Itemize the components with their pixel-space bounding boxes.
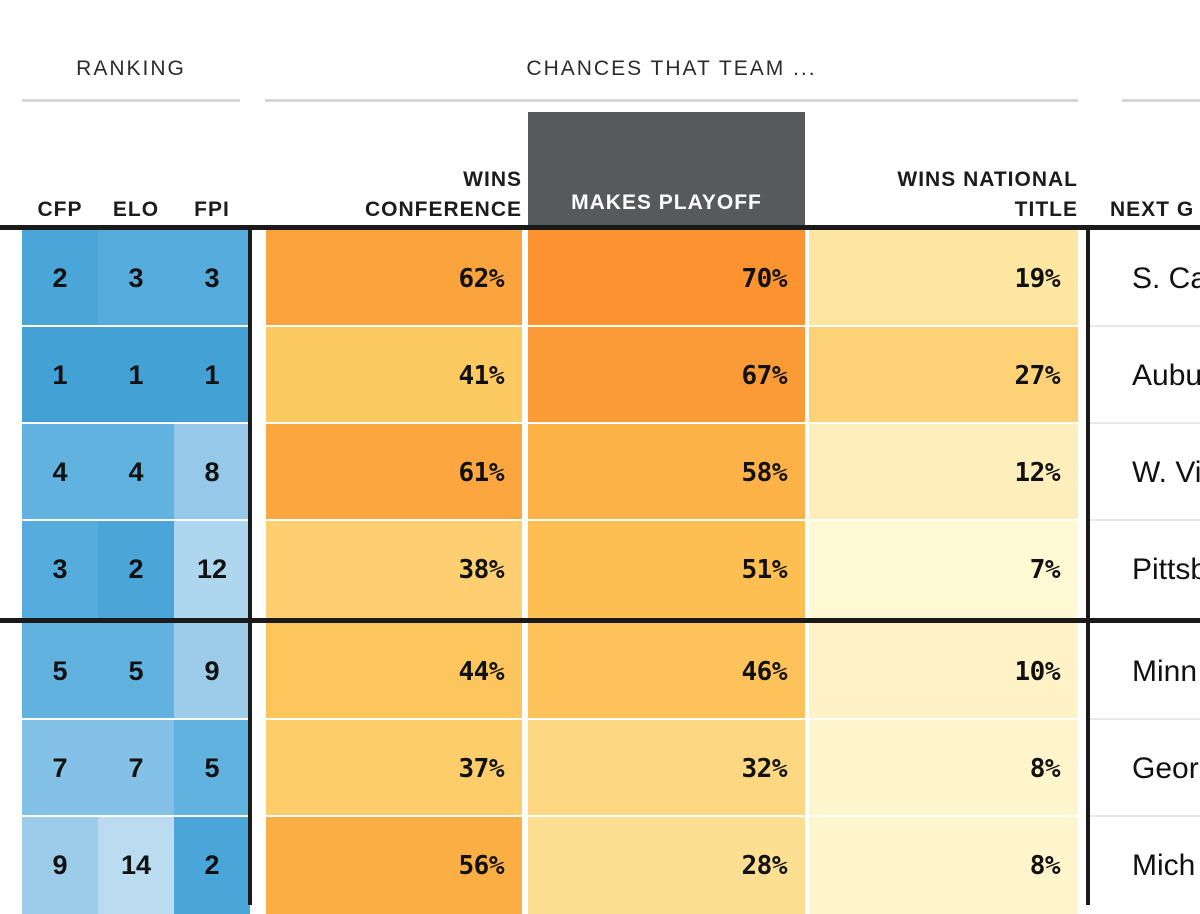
group-rule-chances [265,99,1078,102]
cell-cfp: 3 [22,521,98,618]
table-row[interactable]: 2 3 3 62% 70% 19% S. Ca [0,230,1200,327]
team-row-separator [1090,718,1200,720]
cell-wins-conference: 41% [266,327,522,424]
cell-wins-conference: 37% [266,720,522,817]
cell-elo: 1 [98,327,174,424]
cell-elo: 14 [98,817,174,914]
cell-elo: 3 [98,230,174,327]
cell-makes-playoff: 32% [528,720,805,817]
cell-fpi: 8 [174,424,250,521]
cell-elo: 4 [98,424,174,521]
table-row[interactable]: 7 7 5 37% 32% 8% Geor [0,720,1200,817]
row-separator [0,815,1200,817]
column-header-next-game[interactable]: NEXT G [1110,195,1200,225]
team-row-separator [1090,519,1200,521]
cell-elo: 7 [98,720,174,817]
team-row-separator [1090,422,1200,424]
cell-makes-playoff: 46% [528,623,805,720]
table-row[interactable]: 9 14 2 56% 28% 8% Mich [0,817,1200,914]
cell-next-game: Mich [1110,817,1200,914]
group-label-chances: CHANCES THAT TEAM ... [526,57,817,80]
cell-fpi: 3 [174,230,250,327]
group-rule-extra [1122,99,1200,102]
cell-wins-conference: 56% [266,817,522,914]
cell-wins-conference: 61% [266,424,522,521]
group-rule-ranking [22,99,240,102]
cell-wins-national-title: 12% [809,424,1078,521]
cell-next-game: Minn [1110,623,1200,720]
group-label-ranking: RANKING [76,57,186,80]
cell-makes-playoff: 28% [528,817,805,914]
cell-wins-national-title: 27% [809,327,1078,424]
row-separator [0,519,1200,521]
team-row-separator [1090,815,1200,817]
cell-wins-national-title: 10% [809,623,1078,720]
cell-next-game: Pittsb [1110,521,1200,618]
column-header-elo[interactable]: ELO [98,195,174,225]
cell-cfp: 7 [22,720,98,817]
cell-makes-playoff: 58% [528,424,805,521]
cell-wins-national-title: 8% [809,817,1078,914]
cell-makes-playoff: 51% [528,521,805,618]
cell-next-game: Geor [1110,720,1200,817]
column-header-makes-playoff[interactable]: MAKES PLAYOFF [528,112,805,225]
cell-cfp: 9 [22,817,98,914]
cell-next-game: W. Vi [1110,424,1200,521]
column-header-row: CFP ELO FPI WINS CONFERENCE MAKES PLAYOFF WINS… [0,106,1200,225]
table-body: 2 3 3 62% 70% 19% S. Ca 1 1 1 41% 67% 27% Aubu 4 4 8 61% 5… [0,225,1200,914]
cell-elo: 5 [98,623,174,720]
group-header-band: RANKING CHANCES THAT TEAM ... [0,0,1200,106]
cell-fpi: 2 [174,817,250,914]
column-header-wins-national-title[interactable]: WINS NATIONAL TITLE [809,165,1078,225]
cell-fpi: 5 [174,720,250,817]
column-divider-0 [248,230,252,905]
cell-next-game: S. Ca [1110,230,1200,327]
cell-elo: 2 [98,521,174,618]
cell-makes-playoff: 70% [528,230,805,327]
cell-wins-national-title: 8% [809,720,1078,817]
column-divider-1 [1086,230,1090,905]
ranking-table: RANKING CHANCES THAT TEAM ... CFP ELO FPI WI… [0,0,1200,914]
team-row-separator [1090,325,1200,327]
column-header-cfp[interactable]: CFP [22,195,98,225]
cell-cfp: 5 [22,623,98,720]
row-separator [0,422,1200,424]
table-row[interactable]: 3 2 12 38% 51% 7% Pittsb [0,521,1200,618]
cell-wins-conference: 44% [266,623,522,720]
table-row[interactable]: 1 1 1 41% 67% 27% Aubu [0,327,1200,424]
row-separator [0,325,1200,327]
cell-fpi: 1 [174,327,250,424]
column-header-fpi[interactable]: FPI [174,195,250,225]
cell-wins-national-title: 19% [809,230,1078,327]
cell-wins-conference: 38% [266,521,522,618]
row-separator [0,718,1200,720]
cell-next-game: Aubu [1110,327,1200,424]
table-top-rule [0,225,1200,230]
cell-fpi: 12 [174,521,250,618]
table-row[interactable]: 4 4 8 61% 58% 12% W. Vi [0,424,1200,521]
cell-makes-playoff: 67% [528,327,805,424]
column-header-wins-conference[interactable]: WINS CONFERENCE [266,165,522,225]
cell-cfp: 2 [22,230,98,327]
cell-cfp: 1 [22,327,98,424]
column-header-label: MAKES PLAYOFF [571,191,762,214]
cell-wins-conference: 62% [266,230,522,327]
playoff-cutoff-rule [0,618,1200,623]
cell-fpi: 9 [174,623,250,720]
cell-wins-national-title: 7% [809,521,1078,618]
cell-cfp: 4 [22,424,98,521]
table-row[interactable]: 5 5 9 44% 46% 10% Minn [0,623,1200,720]
